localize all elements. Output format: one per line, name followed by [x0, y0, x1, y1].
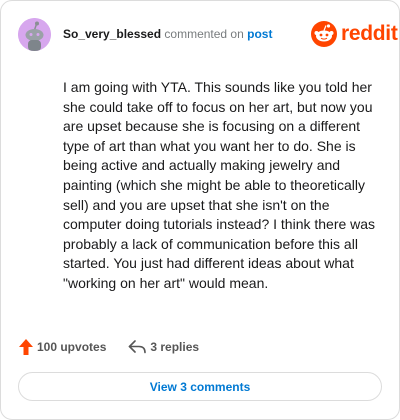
avatar[interactable] [18, 18, 51, 51]
comment-actions: 100 upvotes 3 replies [19, 339, 199, 355]
post-link[interactable]: post [247, 27, 272, 41]
replies-count: 3 replies [150, 340, 200, 354]
username[interactable]: So_very_blessed [63, 27, 161, 41]
comment-body: I am going with YTA. This sounds like yo… [63, 79, 376, 291]
reply-arrow-icon [129, 340, 147, 354]
upvote-button[interactable]: 100 upvotes [19, 339, 106, 355]
comment-header: So_very_blessed commented on post [63, 27, 272, 41]
view-comments-button[interactable]: View 3 comments [18, 372, 382, 401]
action-text: commented on [164, 27, 244, 41]
replies-button[interactable]: 3 replies [128, 340, 199, 354]
comment-card: So_very_blessed commented on post reddit… [0, 0, 400, 420]
reddit-logo[interactable]: reddit [311, 21, 398, 47]
upvote-count: 100 upvotes [37, 340, 107, 354]
snoo-avatar-icon [18, 18, 51, 51]
reddit-snoo-logo-icon [311, 21, 337, 47]
view-comments-label: View 3 comments [149, 379, 251, 394]
reddit-wordmark: reddit [341, 22, 398, 45]
upvote-arrow-icon [19, 339, 33, 355]
